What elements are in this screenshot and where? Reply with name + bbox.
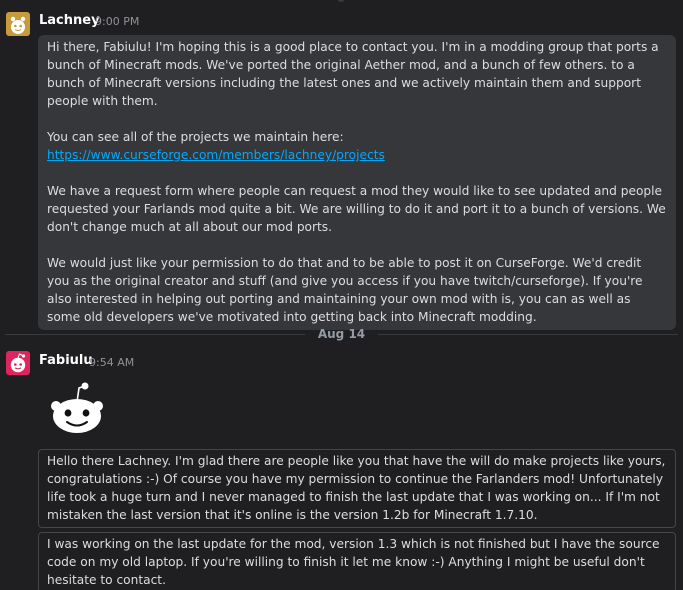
fabiulu-quote-message-2: I was working on the last update for the… — [38, 532, 676, 590]
date-divider-label: Aug 14 — [317, 327, 366, 341]
snoo-face-icon[interactable] — [48, 380, 106, 436]
curseforge-projects-link[interactable]: https://www.curseforge.com/members/lachn… — [47, 148, 385, 162]
snoo-avatar-icon — [6, 12, 30, 36]
message-paragraph: Hi there, Fabiulu! I'm hoping this is a … — [47, 40, 659, 108]
lachney-timestamp: 9:00 PM — [95, 15, 140, 28]
fabiulu-username[interactable]: Fabiulu — [39, 353, 93, 368]
lachney-username[interactable]: Lachney — [39, 13, 100, 28]
message-paragraph: You can see all of the projects we maint… — [47, 130, 344, 144]
lachney-message: Hi there, Fabiulu! I'm hoping this is a … — [38, 35, 676, 330]
fabiulu-timestamp: 9:54 AM — [89, 356, 135, 369]
message-paragraph: We have a request form where people can … — [47, 184, 666, 234]
message-paragraph: I was working on the last update for the… — [47, 537, 660, 587]
fabiulu-avatar[interactable] — [6, 351, 30, 375]
lachney-avatar[interactable] — [6, 12, 30, 36]
scroll-indicator — [337, 0, 345, 2]
chat-window: Lachney 9:00 PM Hi there, Fabiulu! I'm h… — [0, 0, 683, 590]
snoo-avatar-icon — [6, 351, 30, 375]
message-paragraph: Hello there Lachney. I'm glad there are … — [47, 454, 666, 522]
fabiulu-quote-message-1: Hello there Lachney. I'm glad there are … — [38, 449, 676, 528]
message-paragraph: We would just like your permission to do… — [47, 256, 643, 324]
